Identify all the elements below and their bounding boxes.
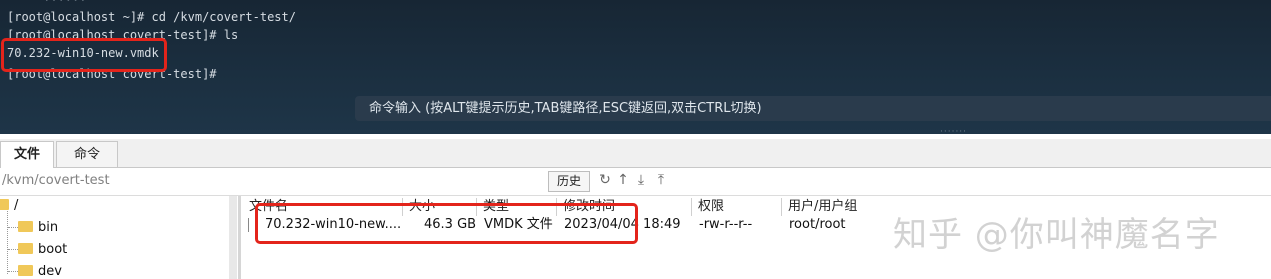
refresh-icon[interactable]: ↻ [597,172,613,188]
tab-files[interactable]: 文件 [0,141,54,168]
upload-icon[interactable]: ⤒ [653,172,669,188]
tab-bar: 文件 命令 [0,139,1271,168]
file-row-highlight-box [255,203,638,244]
tree-item-dev[interactable]: dev [18,262,62,279]
terminal-highlight-box [1,38,167,72]
terminal-panel[interactable]: ······ [root@localhost ~]# cd /kvm/cover… [0,0,1271,134]
download-icon[interactable]: ⤓ [633,172,649,188]
tree-item-label: boot [38,242,68,257]
watermark: 知乎 @你叫神魔名字 [893,215,1220,255]
up-arrow-icon[interactable]: ↑ [615,172,631,188]
tab-commands[interactable]: 命令 [56,141,118,167]
folder-icon [18,221,33,232]
tree-scrollbar[interactable] [229,196,237,279]
tree-item-label: / [14,198,19,213]
folder-icon [18,265,33,276]
path-input[interactable] [0,171,542,191]
tree-item-boot[interactable]: boot [18,240,67,260]
cell-permissions: -rw-r--r-- [699,217,753,232]
tree-connector [8,249,18,250]
tree-item-label: bin [38,220,59,235]
tree-connector [8,271,18,272]
cell-owner: root/root [789,217,846,232]
tree-item-root[interactable]: / [0,196,18,216]
history-button[interactable]: 历史 [548,171,590,192]
tree-connector [7,208,8,274]
resize-handle[interactable]: ······· [940,128,967,135]
path-bar: 历史 ↻ ↑ ⤓ ⤒ [0,168,1271,196]
folder-icon [18,243,33,254]
folder-icon [0,199,9,210]
column-header-owner[interactable]: 用户/用户组 [782,198,882,216]
tree-item-label: dev [38,264,62,279]
directory-tree: / bin boot dev [0,196,237,279]
column-header-permissions[interactable]: 权限 [692,198,782,216]
tree-item-bin[interactable]: bin [18,218,58,238]
command-input-bar[interactable]: 命令输入 (按ALT键提示历史,TAB键路径,ESC键返回,双击CTRL切换) [355,96,1271,121]
tree-connector [8,227,18,228]
terminal-line-1: [root@localhost ~]# cd /kvm/covert-test/ [7,10,296,24]
